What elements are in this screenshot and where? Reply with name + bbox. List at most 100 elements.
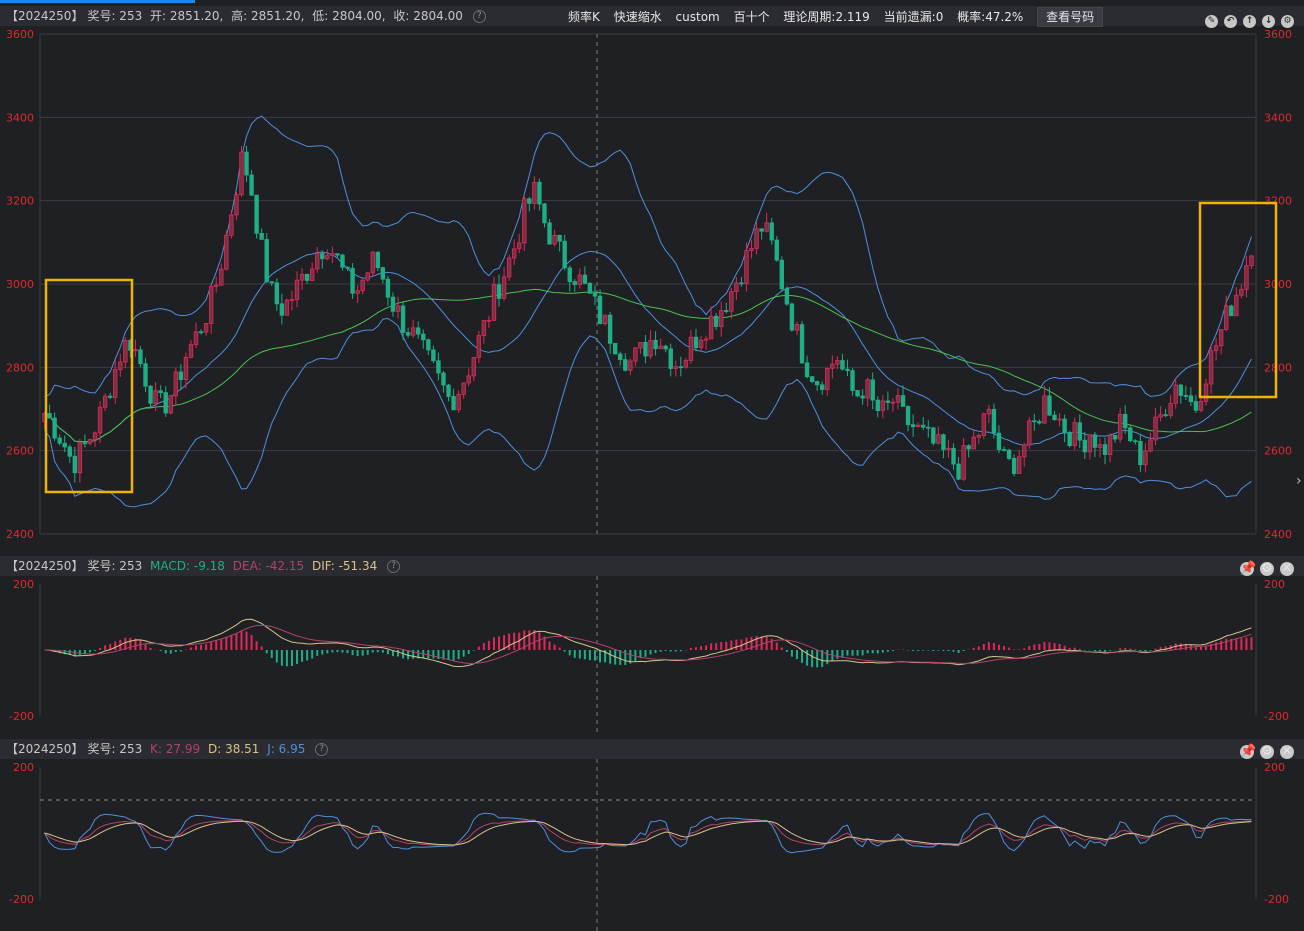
candle-body [496,284,502,299]
d-value: D: 38.51 [207,742,260,756]
close-icon[interactable]: ✕ [1280,562,1294,576]
candle-body [395,305,401,312]
candle-body [946,447,951,450]
candle-body [87,439,93,444]
candle-body [678,366,684,369]
quick-shrink-label[interactable]: 快速缩水 [614,10,662,24]
k-value: K: 27.99 [150,742,201,756]
kdj-help-icon[interactable]: ? [315,743,329,756]
kdj-toolbar: 📌 ⚙ ✕ [1234,741,1294,761]
candle-body [113,369,118,398]
low-value: 低: 2804.00, [312,9,386,23]
candle-body [511,248,517,259]
candle-body [1067,432,1072,447]
ma-line [44,288,1252,443]
candle-body [461,382,466,395]
candle-body [1047,395,1052,416]
candle-body [431,349,436,362]
active-tab-indicator[interactable] [0,0,195,3]
candle-body [375,251,381,269]
help-icon[interactable]: ? [472,10,486,23]
candle-body [1143,450,1148,466]
candle-body [749,247,754,252]
y-tick-right: -200 [1264,893,1289,906]
kdj-chart[interactable]: 200 -200 200 -200 [0,759,1304,931]
candle-body [244,151,249,176]
candle-body [602,314,608,325]
macd-value: MACD: -9.18 [150,559,225,573]
candle-body [708,315,714,340]
candle-body [234,194,239,216]
candle-body [471,356,476,377]
candle-body [557,234,562,242]
candle-body [340,254,345,268]
candle-body [1188,395,1194,402]
candle-body [734,282,739,292]
candle-body [315,253,320,270]
candle-body [638,341,643,349]
candle-body [481,320,487,336]
pin-icon[interactable]: 📌 [1240,562,1256,576]
main-chart-panel: 【2024250】 奖号: 253 开: 2851.20, 高: 2851.20,… [0,6,1304,552]
macd-help-icon[interactable]: ? [387,560,401,573]
candle-body [370,251,375,274]
boll-lower-line [44,317,1252,508]
candle-body [183,356,189,381]
candle-body [400,305,406,333]
chevron-right-icon[interactable]: › [1296,472,1304,490]
candle-body [1052,414,1057,421]
candle-body [249,174,254,196]
candle-body [719,310,724,327]
candle-body [92,432,98,440]
freq-k-label[interactable]: 频率K [568,10,600,24]
candle-body [421,333,426,341]
candle-body [986,408,992,415]
candle-body [405,332,411,336]
candle-body [643,341,648,357]
position-label[interactable]: 百十个 [734,10,770,24]
view-numbers-button[interactable]: 查看号码 [1037,7,1104,27]
candle-body [612,342,618,355]
y-tick-left: -200 [9,893,34,906]
candle-body [143,363,148,387]
macd-panel: 【2024250】 奖号: 253 MACD: -9.18 DEA: -42.15… [0,556,1304,736]
gear-icon[interactable]: ⚙ [1260,745,1274,759]
candle-body [698,339,704,349]
main-ohlc-info: 【2024250】 奖号: 253 开: 2851.20, 高: 2851.20,… [6,6,490,26]
custom-label[interactable]: custom [676,10,720,24]
macd-chart[interactable]: 200 -200 200 -200 [0,576,1304,736]
y-tick-right: 2800 [1264,361,1292,374]
candle-body [254,194,259,234]
candle-body [82,442,88,445]
kdj-issue: 【2024250】 [6,742,84,756]
dif-value: DIF: -51.34 [311,559,378,573]
candle-body [1037,421,1042,424]
candle-body [1011,458,1017,474]
candle-body [1224,305,1229,330]
y-tick-left: 3000 [6,278,34,291]
gear-icon[interactable]: ⚙ [1260,562,1274,576]
candle-body [229,214,234,236]
candle-body [1203,383,1209,402]
candle-body [57,437,62,444]
y-tick-right: 2600 [1264,445,1292,458]
candle-body [562,240,567,269]
candle-body [744,250,749,284]
close-icon[interactable]: ✕ [1280,745,1294,759]
candle-body [1072,422,1077,447]
candlestick-chart[interactable]: 2400 2400 2600 2600 2800 2800 3000 3000 3200 3200… [0,26,1304,552]
candle-body [840,360,845,370]
y-tick-left: 200 [13,761,34,774]
pin-icon[interactable]: 📌 [1240,745,1256,759]
candle-body [804,362,810,378]
candle-body [279,303,285,316]
candle-body [309,268,315,281]
candle-body [976,435,981,438]
candle-body [688,336,694,361]
candle-body [724,310,729,312]
candle-body [683,360,689,368]
candle-body [597,295,603,325]
kdj-prize: 奖号: 253 [87,742,143,756]
candle-body [956,463,961,480]
candle-body [931,427,936,444]
